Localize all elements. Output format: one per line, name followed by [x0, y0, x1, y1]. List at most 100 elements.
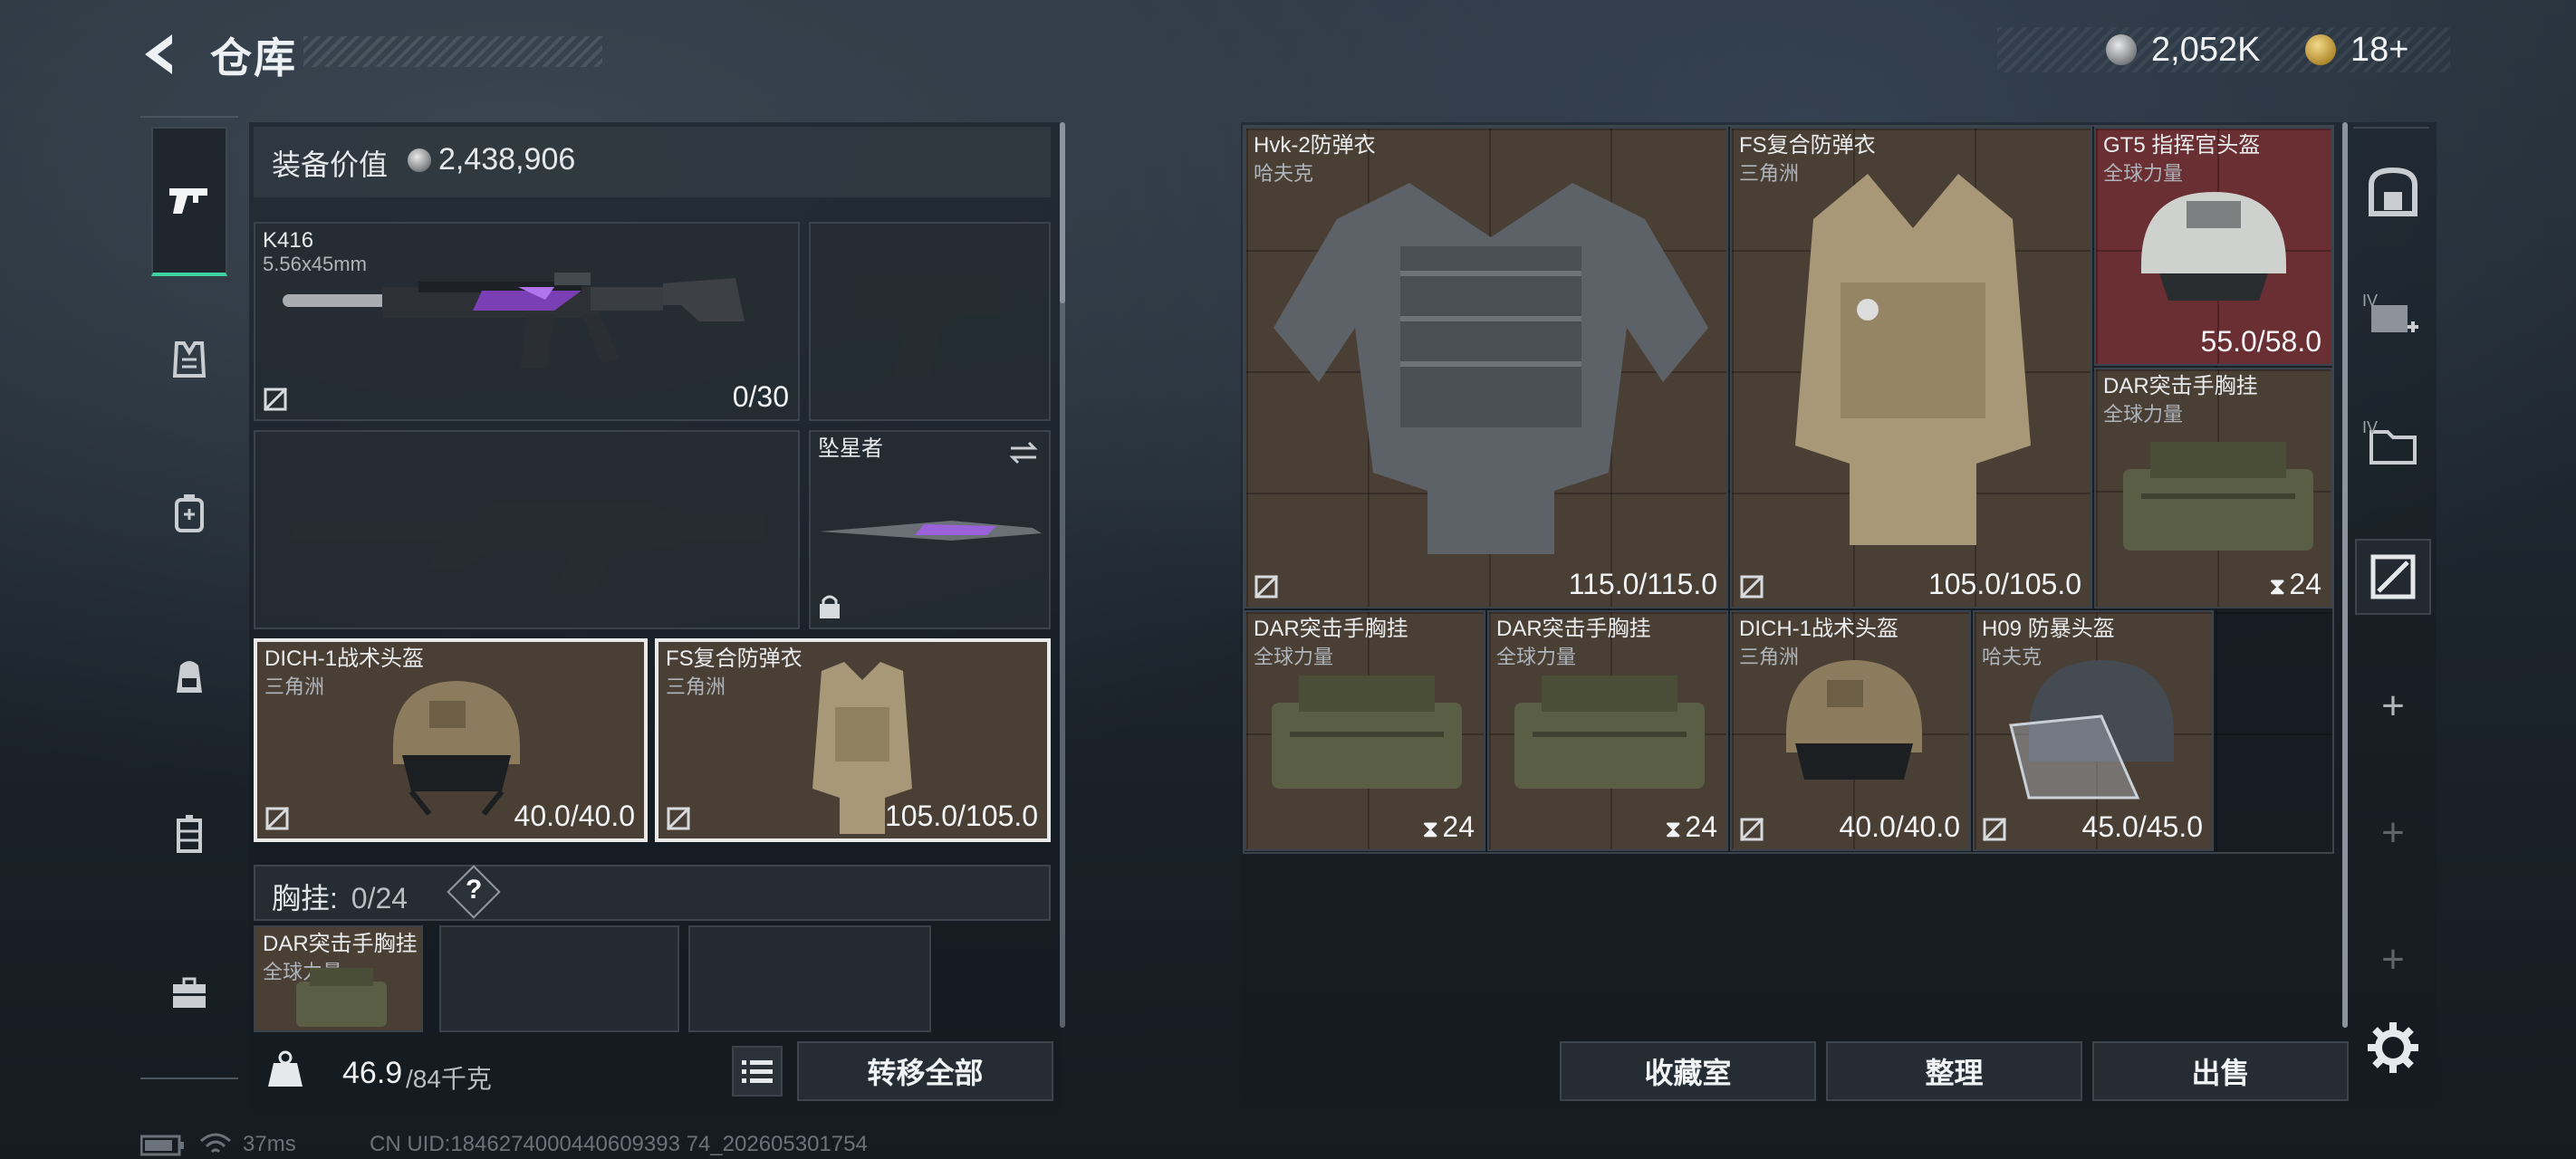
silver-coin-icon — [2106, 34, 2137, 65]
equipment-value-label: 装备价值 — [272, 148, 389, 181]
item-capacity: ⧗ 24 — [1422, 810, 1475, 843]
stash-scroll-thumb[interactable] — [2342, 122, 2348, 1028]
item-capacity: ⧗ 24 — [1665, 810, 1717, 843]
stash-tab-2[interactable]: IV — [2355, 281, 2431, 357]
tab-container[interactable] — [151, 797, 227, 873]
chest-rig-slot-empty[interactable] — [439, 925, 679, 1032]
chest-rig-icon — [1514, 675, 1705, 789]
commander-helmet-icon — [2141, 192, 2286, 301]
tier-badge: IV — [2362, 292, 2379, 310]
sort-button[interactable]: 整理 — [1826, 1041, 2082, 1101]
armor-durability: 105.0/105.0 — [884, 800, 1038, 832]
rail-divider — [140, 1078, 238, 1079]
stash-tab-4[interactable] — [2355, 539, 2431, 615]
item-name: GT5 指挥官头盔 — [2103, 133, 2261, 158]
plus-icon: + — [2381, 937, 2405, 982]
help-icon: ? — [466, 875, 483, 905]
plus-icon: + — [2381, 684, 2405, 728]
weight-max: /84千克 — [406, 1065, 492, 1093]
chest-rig-item-name: DAR突击手胸挂 — [263, 932, 418, 956]
list-view-button[interactable] — [732, 1046, 783, 1097]
weapon-name: K416 — [263, 228, 314, 253]
chest-rig-icon — [2123, 442, 2313, 551]
pistol-placeholder-icon — [856, 278, 1001, 378]
melee-name: 坠星者 — [818, 436, 883, 461]
stash-item[interactable]: Hvk-2防弹衣 哈夫克 115.0/115.0 — [1245, 127, 1728, 608]
item-value: 105.0/105.0 — [1927, 568, 2081, 600]
primary-weapon-slot[interactable]: K416 5.56x45mm 0/30 — [254, 222, 800, 421]
chest-rig-icon — [1272, 675, 1462, 789]
storage-icon — [2370, 554, 2416, 599]
uid-text: CN UID:1846274000440609393 74_2026053017… — [370, 1132, 868, 1156]
vault-icon — [2369, 167, 2417, 216]
melee-slot[interactable]: 坠星者 — [809, 430, 1051, 629]
item-value: 55.0/58.0 — [2200, 325, 2321, 358]
body-armor-icon — [1274, 183, 1708, 554]
plus-icon: + — [2381, 810, 2405, 855]
item-brand: 全球力量 — [2103, 403, 2184, 426]
chest-rig-item[interactable]: DAR突击手胸挂 全球力量 — [254, 925, 423, 1032]
pistol-icon — [169, 187, 207, 214]
stash-tab-3[interactable]: IV — [2355, 407, 2431, 484]
secondary-weapon-slot[interactable] — [254, 430, 800, 629]
helmet-brand: 三角洲 — [264, 675, 325, 698]
rail-divider — [2353, 127, 2429, 129]
capacity-icon: ⧗ — [1422, 815, 1439, 842]
stash-item[interactable]: DAR突击手胸挂 全球力量 ⧗ 24 — [1245, 610, 1485, 851]
tab-consumables[interactable] — [151, 475, 227, 551]
chest-rig-slot-empty[interactable] — [688, 925, 931, 1032]
transfer-all-button[interactable]: 转移全部 — [797, 1041, 1053, 1101]
stash-item[interactable]: DICH-1战术头盔 三角洲 40.0/40.0 — [1730, 610, 1971, 851]
item-name: H09 防暴头盔 — [1982, 617, 2115, 641]
back-button[interactable] — [136, 27, 190, 81]
item-name: DAR突击手胸挂 — [1496, 617, 1651, 641]
gold-currency-value[interactable]: 18+ — [2350, 31, 2408, 70]
tab-backpack[interactable] — [151, 638, 227, 714]
page-title: 仓库 — [210, 34, 297, 81]
list-icon — [742, 1060, 773, 1083]
helmet-slot[interactable]: DICH-1战术头盔 三角洲 40.0/40.0 — [254, 638, 648, 842]
tab-case[interactable] — [151, 955, 227, 1031]
container-icon — [177, 815, 202, 853]
no-insurance-icon — [1739, 817, 1764, 842]
tactical-helmet-icon — [393, 681, 520, 816]
add-stash-tab-button[interactable]: + — [2355, 668, 2431, 744]
armor-slot[interactable]: FS复合防弹衣 三角洲 105.0/105.0 — [655, 638, 1051, 842]
stash-item[interactable]: DAR突击手胸挂 全球力量 ⧗ 24 — [2094, 368, 2332, 608]
briefcase-icon — [173, 977, 206, 1008]
stash-tab-1[interactable] — [2355, 154, 2431, 230]
no-insurance-icon — [263, 387, 288, 412]
stash-item[interactable]: FS复合防弹衣 三角洲 105.0/105.0 — [1730, 127, 2092, 608]
no-insurance-icon — [1254, 574, 1279, 599]
stash-item[interactable]: GT5 指挥官头盔 全球力量 55.0/58.0 — [2094, 127, 2332, 366]
add-stash-tab-button[interactable]: + — [2355, 795, 2431, 871]
back-arrow-icon — [145, 34, 172, 74]
tab-weapons[interactable] — [151, 127, 227, 276]
riot-helmet-icon — [2009, 660, 2174, 800]
chest-rig-icon — [296, 968, 387, 1027]
collection-room-button[interactable]: 收藏室 — [1560, 1041, 1816, 1101]
pack-icon — [175, 494, 204, 532]
chest-rig-capacity: 0/24 — [351, 882, 409, 915]
equipment-scroll-thumb[interactable] — [1060, 122, 1065, 303]
rifle-icon — [283, 273, 745, 369]
chest-rig-label: 胸挂: 0/24 — [272, 876, 408, 917]
sell-button[interactable]: 出售 — [2092, 1041, 2349, 1101]
rifle-placeholder-icon — [292, 504, 763, 595]
chest-rig-title: 胸挂: — [272, 882, 338, 915]
no-insurance-icon — [264, 806, 290, 831]
stash-item[interactable]: H09 防暴头盔 哈夫克 45.0/45.0 — [1973, 610, 2214, 851]
item-value: 40.0/40.0 — [1839, 810, 1960, 843]
stash-item[interactable]: DAR突击手胸挂 全球力量 ⧗ 24 — [1487, 610, 1728, 851]
add-stash-tab-button[interactable]: + — [2355, 922, 2431, 998]
tab-armor[interactable] — [151, 321, 227, 398]
item-name: DAR突击手胸挂 — [2103, 374, 2258, 398]
capacity-icon: ⧗ — [2269, 572, 2286, 599]
sidearm-slot[interactable] — [809, 222, 1051, 421]
capacity-icon: ⧗ — [1665, 815, 1682, 842]
no-insurance-icon — [1739, 574, 1764, 599]
settings-button[interactable] — [2364, 1019, 2422, 1077]
tactical-helmet-icon — [1786, 660, 1922, 780]
vest-icon — [172, 341, 207, 378]
backpack-icon — [177, 661, 202, 693]
